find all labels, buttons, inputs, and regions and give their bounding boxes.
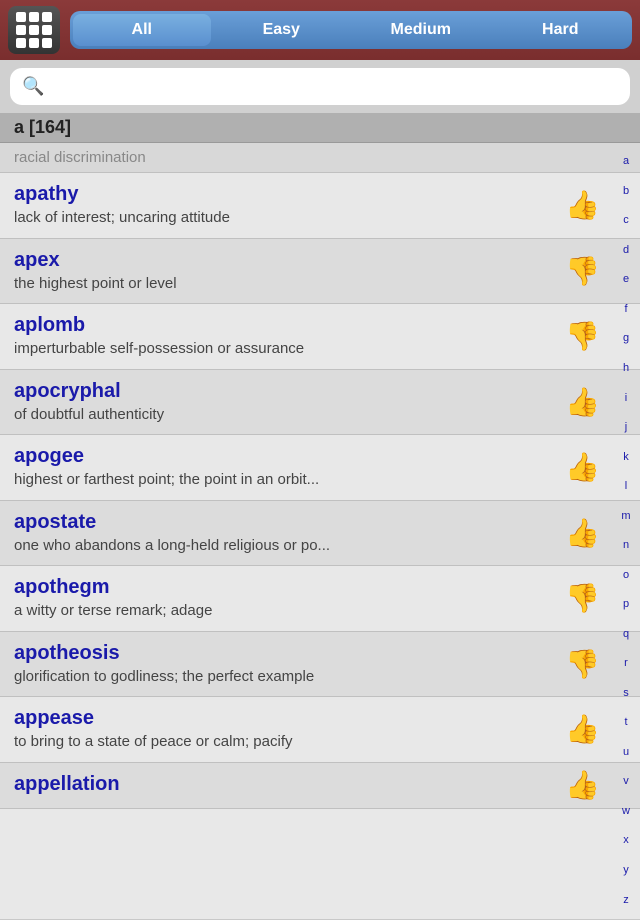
word-term: appellation	[14, 773, 566, 796]
word-definition: the highest point or level	[14, 274, 566, 294]
word-content: apathylack of interest; uncaring attitud…	[14, 183, 626, 228]
alpha-index-f[interactable]: f	[624, 304, 627, 315]
partial-top-item: racial discrimination	[0, 143, 640, 173]
alpha-index-u[interactable]: u	[623, 747, 629, 758]
word-row[interactable]: appeaseto bring to a state of peace or c…	[0, 697, 640, 763]
word-content: aplombimperturbable self-possession or a…	[14, 314, 626, 359]
word-content: apocryphalof doubtful authenticity	[14, 380, 626, 425]
alpha-index-x[interactable]: x	[623, 835, 629, 846]
grid-icon	[16, 12, 52, 48]
thumbs-up-icon[interactable]: 👍	[565, 451, 600, 484]
alpha-index-v[interactable]: v	[623, 776, 629, 787]
word-content: apostateone who abandons a long-held rel…	[14, 511, 626, 556]
word-row[interactable]: apothegma witty or terse remark; adage👎	[0, 566, 640, 632]
alpha-index-t[interactable]: t	[624, 717, 627, 728]
thumbs-up-icon[interactable]: 👍	[565, 385, 600, 418]
word-definition: one who abandons a long-held religious o…	[14, 536, 566, 556]
search-icon: 🔍	[22, 76, 44, 97]
tab-easy[interactable]: Easy	[213, 14, 351, 46]
alpha-index-q[interactable]: q	[623, 629, 629, 640]
word-content: apogeehighest or farthest point; the poi…	[14, 445, 626, 490]
thumbs-up-icon[interactable]: 👍	[565, 713, 600, 746]
word-row[interactable]: apostateone who abandons a long-held rel…	[0, 501, 640, 567]
word-definition: a witty or terse remark; adage	[14, 601, 566, 621]
word-definition: lack of interest; uncaring attitude	[14, 208, 566, 228]
rows-container: apathylack of interest; uncaring attitud…	[0, 173, 640, 809]
word-row[interactable]: apogeehighest or farthest point; the poi…	[0, 435, 640, 501]
partial-top-text: racial discrimination	[14, 149, 146, 166]
alpha-index-n[interactable]: n	[623, 540, 629, 551]
word-term: apocryphal	[14, 380, 566, 403]
alpha-index-o[interactable]: o	[623, 570, 629, 581]
word-term: appease	[14, 707, 566, 730]
alpha-index-a[interactable]: a	[623, 156, 629, 167]
thumbs-up-icon[interactable]: 👍	[565, 769, 600, 802]
word-content: apothegma witty or terse remark; adage	[14, 576, 626, 621]
word-row[interactable]: aplombimperturbable self-possession or a…	[0, 304, 640, 370]
word-term: aplomb	[14, 314, 566, 337]
alpha-index-m[interactable]: m	[621, 511, 630, 522]
alpha-index-z[interactable]: z	[623, 895, 629, 906]
word-content: apotheosisglorification to godliness; th…	[14, 642, 626, 687]
alpha-index-b[interactable]: b	[623, 186, 629, 197]
tab-medium[interactable]: Medium	[352, 14, 490, 46]
word-content: apexthe highest point or level	[14, 249, 626, 294]
thumbs-down-icon[interactable]: 👎	[565, 320, 600, 353]
alpha-index-e[interactable]: e	[623, 274, 629, 285]
thumbs-down-icon[interactable]: 👎	[565, 582, 600, 615]
word-row[interactable]: apathylack of interest; uncaring attitud…	[0, 173, 640, 239]
word-content: appellation	[14, 773, 626, 798]
word-content: appeaseto bring to a state of peace or c…	[14, 707, 626, 752]
thumbs-down-icon[interactable]: 👎	[565, 254, 600, 287]
word-list: racial discrimination apathylack of inte…	[0, 143, 640, 919]
tab-hard[interactable]: Hard	[492, 14, 630, 46]
word-row[interactable]: apotheosisglorification to godliness; th…	[0, 632, 640, 698]
alpha-index-k[interactable]: k	[623, 452, 629, 463]
word-definition: glorification to godliness; the perfect …	[14, 667, 566, 687]
alpha-index-i[interactable]: i	[625, 393, 627, 404]
section-header: a [164]	[0, 113, 640, 143]
section-label: a [164]	[14, 117, 71, 137]
alpha-index-w[interactable]: w	[622, 806, 630, 817]
alpha-index-j[interactable]: j	[625, 422, 627, 433]
word-row[interactable]: appellation👍	[0, 763, 640, 809]
word-term: apotheosis	[14, 642, 566, 665]
word-definition: imperturbable self-possession or assuran…	[14, 339, 566, 359]
thumbs-up-icon[interactable]: 👍	[565, 189, 600, 222]
word-term: apogee	[14, 445, 566, 468]
word-term: apothegm	[14, 576, 566, 599]
search-input[interactable]	[52, 77, 618, 97]
alpha-index-c[interactable]: c	[623, 215, 629, 226]
word-row[interactable]: apexthe highest point or level👎	[0, 239, 640, 305]
alpha-index-h[interactable]: h	[623, 363, 629, 374]
word-definition: highest or farthest point; the point in …	[14, 470, 566, 490]
word-term: apex	[14, 249, 566, 272]
tab-all[interactable]: All	[73, 14, 211, 46]
thumbs-down-icon[interactable]: 👎	[565, 647, 600, 680]
grid-menu-button[interactable]	[8, 6, 60, 54]
difficulty-tab-bar: AllEasyMediumHard	[70, 11, 632, 49]
search-bar: 🔍	[0, 60, 640, 113]
alphabet-index: a b c d e f g h i j k l m n o p q r s t u v w x y z	[612, 143, 640, 919]
word-definition: to bring to a state of peace or calm; pa…	[14, 732, 566, 752]
alpha-index-d[interactable]: d	[623, 245, 629, 256]
word-row[interactable]: apocryphalof doubtful authenticity👍	[0, 370, 640, 436]
alpha-index-r[interactable]: r	[624, 658, 628, 669]
alpha-index-l[interactable]: l	[625, 481, 627, 492]
alpha-index-g[interactable]: g	[623, 333, 629, 344]
word-definition: of doubtful authenticity	[14, 405, 566, 425]
thumbs-up-icon[interactable]: 👍	[565, 516, 600, 549]
alpha-index-y[interactable]: y	[623, 865, 629, 876]
word-term: apathy	[14, 183, 566, 206]
search-wrapper: 🔍	[10, 68, 630, 105]
app-header: AllEasyMediumHard	[0, 0, 640, 60]
alpha-index-s[interactable]: s	[623, 688, 629, 699]
alpha-index-p[interactable]: p	[623, 599, 629, 610]
word-term: apostate	[14, 511, 566, 534]
